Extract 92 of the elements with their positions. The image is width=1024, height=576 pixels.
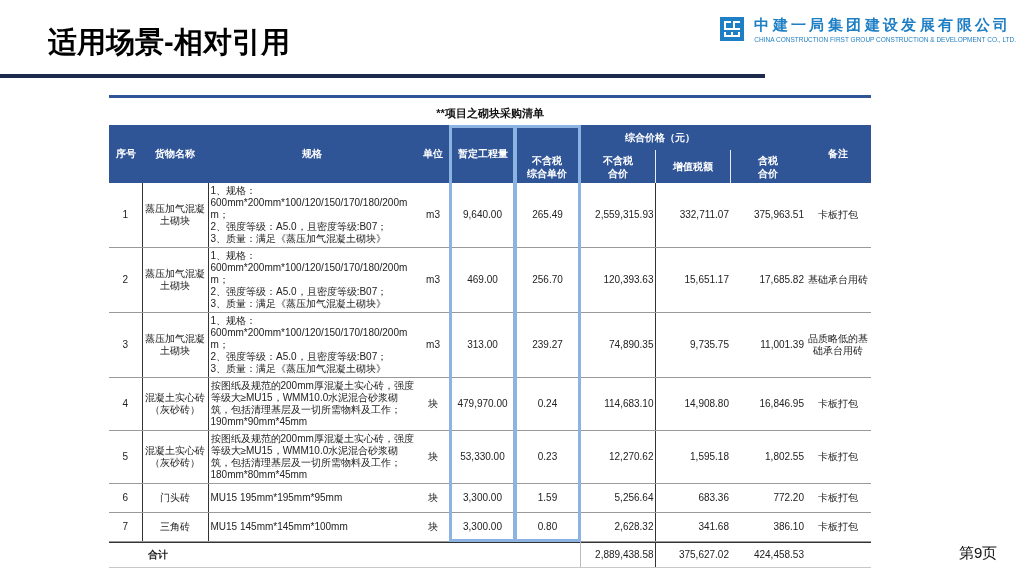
- table-cell: 0.80: [515, 512, 580, 542]
- table-cell: 469.00: [450, 247, 515, 313]
- table-cell: 5: [109, 430, 142, 484]
- table-cell: 块: [416, 430, 450, 484]
- column-header-line: 合价: [606, 166, 629, 180]
- table-cell: 256.70: [515, 247, 580, 313]
- company-logo-icon: [720, 17, 745, 41]
- column-header-line: 含税: [756, 153, 779, 167]
- table-cell: 53,330.00: [450, 430, 515, 484]
- table-cell: 混凝土实心砖（灰砂砖）: [142, 377, 208, 431]
- table-cell: 15,651.17: [655, 247, 730, 313]
- table-cell: 基础承台用砖: [805, 247, 871, 313]
- table-cell: 蒸压加气混凝土砌块: [142, 247, 208, 313]
- table-cell: 蒸压加气混凝土砌块: [142, 183, 208, 248]
- column-header: 货物名称: [142, 125, 208, 183]
- table-cell: 三角砖: [142, 512, 208, 542]
- table-cell: 1,802.55: [730, 430, 805, 484]
- table-cell: 9,640.00: [450, 183, 515, 248]
- slide-title: 适用场景-相对引用: [48, 25, 290, 59]
- table-cell: 114,683.10: [580, 377, 655, 431]
- table-cell: MU15 195mm*195mm*95mm: [208, 483, 416, 513]
- table-cell: 2,559,315.93: [580, 183, 655, 248]
- table-cell: 卡板打包: [805, 377, 871, 431]
- company-name: 中建一局集团建设发展有限公司: [754, 16, 1013, 33]
- table-cell: 341.68: [655, 512, 730, 542]
- column-header: 规格: [208, 125, 416, 183]
- column-header: 增值税额: [655, 150, 730, 183]
- table-cell: 17,685.82: [730, 247, 805, 313]
- table-cell: 卡板打包: [805, 483, 871, 513]
- table-cell: 卡板打包: [805, 183, 871, 248]
- table-cell: 4: [109, 377, 142, 431]
- table-cell: 0.23: [515, 430, 580, 484]
- table-cell: 1、规格： 600mm*200mm*100/120/150/170/180/200mm； 2、强度等级：A5.0，且密度等级:B07； 3、质量：满足《蒸压加气混凝土砌块》: [208, 247, 416, 313]
- table-cell: m3: [416, 312, 450, 378]
- table-cell: 14,908.80: [655, 377, 730, 431]
- table-cell: 门头砖: [142, 483, 208, 513]
- table-cell: 1: [109, 183, 142, 248]
- table-cell: 479,970.00: [450, 377, 515, 431]
- table-cell: 5,256.64: [580, 483, 655, 513]
- total-cell: 375,627.02: [655, 542, 730, 568]
- table-cell: 332,711.07: [655, 183, 730, 248]
- table-cell: 3: [109, 312, 142, 378]
- table-cell: 品质略低的基础承台用砖: [805, 312, 871, 378]
- table-cell: 120,393.63: [580, 247, 655, 313]
- table-cell: 375,963.51: [730, 183, 805, 248]
- column-header-line: 合价: [756, 166, 779, 180]
- table-cell: 16,846.95: [730, 377, 805, 431]
- table-cell: 块: [416, 512, 450, 542]
- table-cell: 9,735.75: [655, 312, 730, 378]
- total-cell: 424,458.53: [730, 542, 805, 568]
- table-cell: 0.24: [515, 377, 580, 431]
- table-cell: 683.36: [655, 483, 730, 513]
- table-cell: 1,595.18: [655, 430, 730, 484]
- table-cell: 265.49: [515, 183, 580, 248]
- column-header-line: 综合单价: [526, 166, 569, 180]
- table-cell: 2: [109, 247, 142, 313]
- column-group-header: 综合价格（元）: [515, 125, 805, 150]
- table-cell: 3,300.00: [450, 483, 515, 513]
- table-cell: 按图纸及规范的200mm厚混凝土实心砖，强度等级大≥MU15，WMM10.0水泥混合砂浆砌筑，包括清理基层及一切所需物料及工作； 190mm*90mm*45mm: [208, 377, 416, 431]
- table-cell: 按图纸及规范的200mm厚混凝土实心砖，强度等级大≥MU15，WMM10.0水泥混合砂浆砌筑，包括清理基层及一切所需物料及工作； 180mm*80mm*45mm: [208, 430, 416, 484]
- table-cell: 蒸压加气混凝土砌块: [142, 312, 208, 378]
- table-cell: 块: [416, 377, 450, 431]
- column-header-line: 不含税: [601, 153, 634, 167]
- table-cell: 11,001.39: [730, 312, 805, 378]
- column-header: 单位: [416, 125, 450, 183]
- table-cell: 块: [416, 483, 450, 513]
- table-cell: 1、规格： 600mm*200mm*100/120/150/170/180/200mm； 2、强度等级：A5.0，且密度等级:B07； 3、质量：满足《蒸压加气混凝土砌块》: [208, 183, 416, 248]
- table-cell: 239.27: [515, 312, 580, 378]
- table-cell: 卡板打包: [805, 512, 871, 542]
- table-cell: 74,890.35: [580, 312, 655, 378]
- table-cell: 386.10: [730, 512, 805, 542]
- table-cell: MU15 145mm*145mm*100mm: [208, 512, 416, 542]
- column-header: 备注: [805, 125, 871, 183]
- table-cell: 12,270.62: [580, 430, 655, 484]
- table-cell: m3: [416, 183, 450, 248]
- total-label: 合计: [147, 549, 168, 560]
- table-cell: 6: [109, 483, 142, 513]
- table-cell: 7: [109, 512, 142, 542]
- page-number: 第9页: [959, 544, 998, 562]
- table-cell: 772.20: [730, 483, 805, 513]
- table-cell: m3: [416, 247, 450, 313]
- column-header-line: 不含税: [531, 153, 564, 167]
- total-cell: 2,889,438.58: [580, 542, 655, 568]
- column-header: 序号: [109, 125, 142, 183]
- table-cell: 2,628.32: [580, 512, 655, 542]
- table-cell: 1、规格： 600mm*200mm*100/120/150/170/180/200mm； 2、强度等级：A5.0，且密度等级:B07； 3、质量：满足《蒸压加气混凝土砌块》: [208, 312, 416, 378]
- table-cell: 3,300.00: [450, 512, 515, 542]
- table-cell: 1.59: [515, 483, 580, 513]
- table-cell: 卡板打包: [805, 430, 871, 484]
- table-title: **项目之砌块采购清单: [435, 106, 545, 121]
- table-cell: 混凝土实心砖（灰砂砖）: [142, 430, 208, 484]
- table-cell: 313.00: [450, 312, 515, 378]
